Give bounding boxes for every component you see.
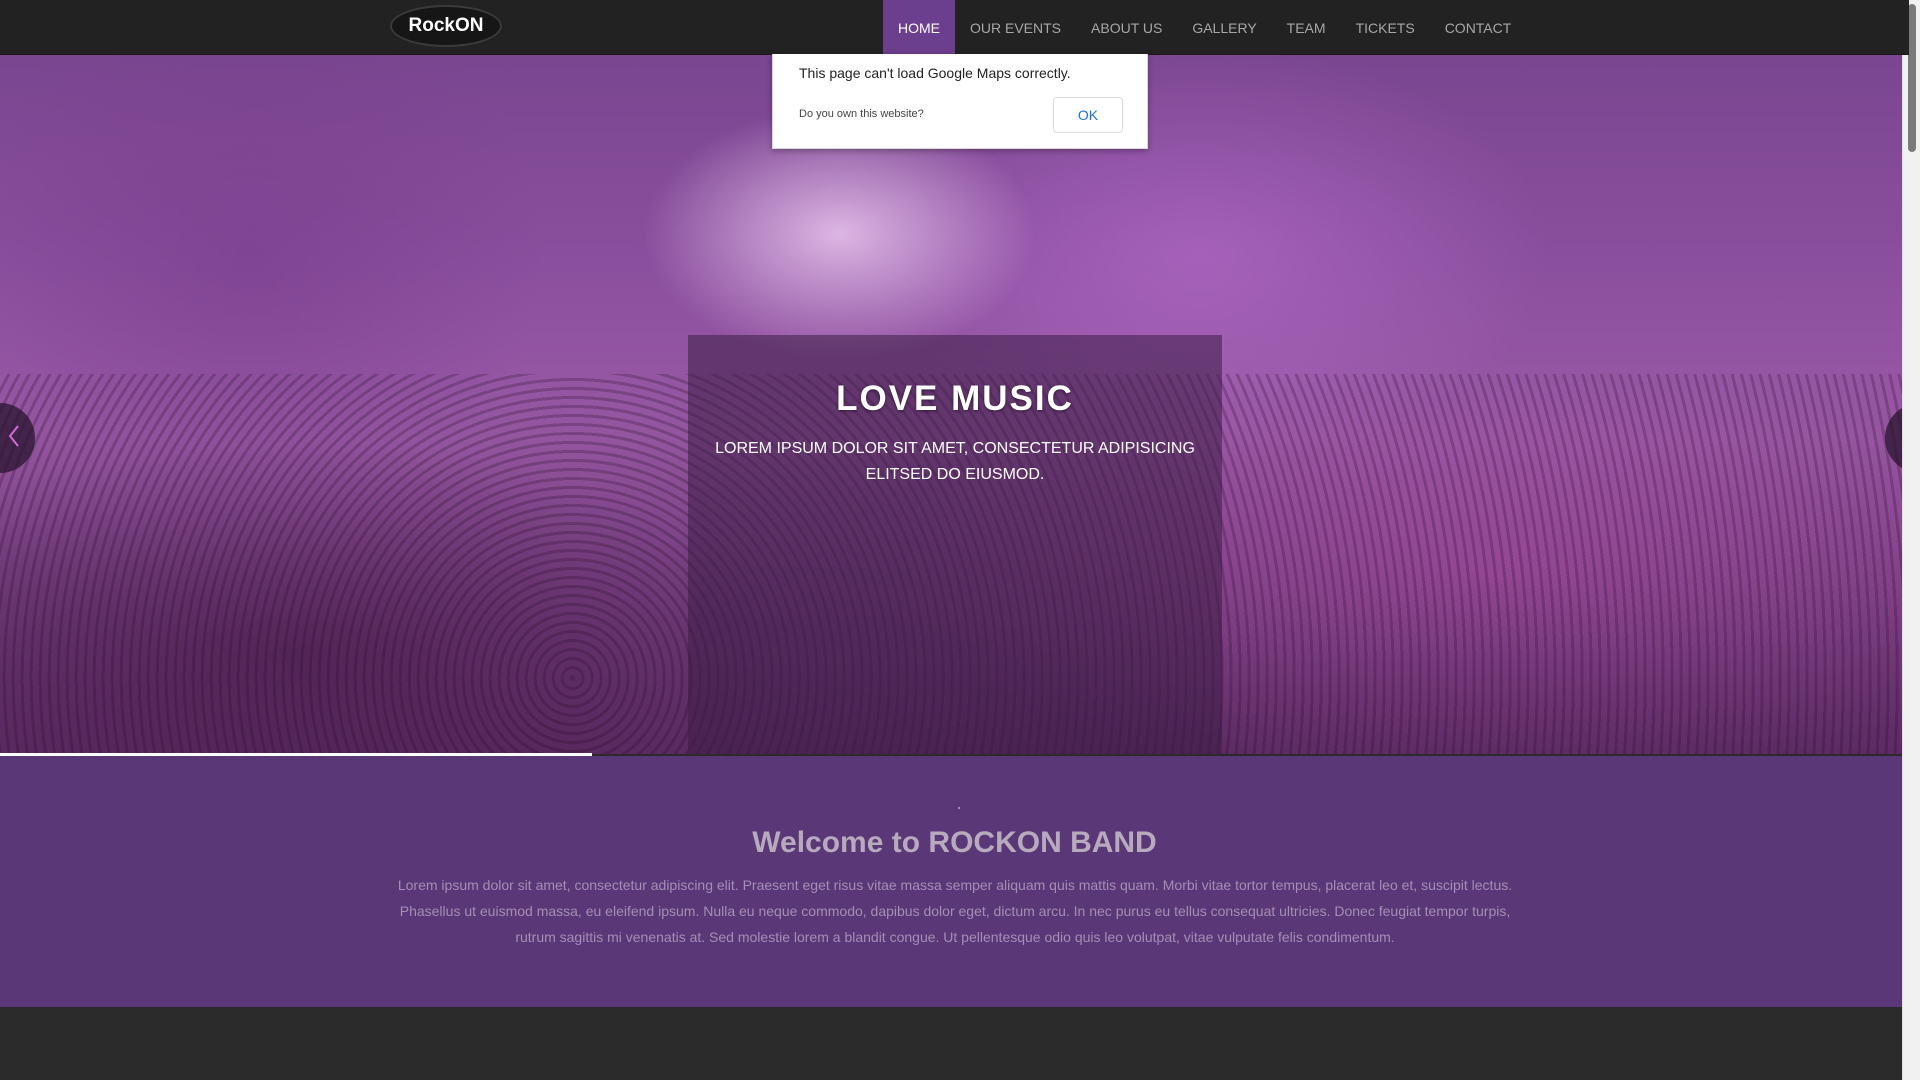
hero-slider: LOVE MUSIC LOREM IPSUM DOLOR SIT AMET, C… [0,54,1909,754]
nav-item-contact[interactable]: CONTACT [1430,0,1527,54]
nav-item-about-us[interactable]: ABOUT US [1076,0,1177,54]
dark-section [0,1007,1909,1080]
chevron-left-icon [7,423,21,455]
maps-own-website-link[interactable]: Do you own this website? [799,108,924,120]
nav-item-our-events[interactable]: OUR EVENTS [955,0,1076,54]
nav-item-gallery[interactable]: GALLERY [1177,0,1271,54]
hero-caption-box: LOVE MUSIC LOREM IPSUM DOLOR SIT AMET, C… [688,335,1222,754]
scrollbar-thumb[interactable] [1908,4,1916,152]
nav-item-team[interactable]: TEAM [1272,0,1341,54]
nav-item-home[interactable]: HOME [883,0,955,54]
hero-title: LOVE MUSIC [836,379,1074,418]
page: RockON HOME OUR EVENTS ABOUT US GALLERY … [0,0,1909,1080]
welcome-text: Lorem ipsum dolor sit amet, consectetur … [397,877,1513,945]
nav-item-tickets[interactable]: TICKETS [1341,0,1430,54]
page-scrollbar[interactable] [1902,0,1920,1080]
hero-text: LOREM IPSUM DOLOR SIT AMET, CONSECTETUR … [715,440,1195,483]
slide-progress-bar [0,753,592,756]
welcome-section: Welcome to ROCKON BAND Lorem ipsum dolor… [0,756,1909,1007]
maps-ok-button[interactable]: OK [1053,97,1123,133]
section-divider-dot [958,807,960,809]
welcome-title: Welcome to ROCKON BAND [752,826,1157,859]
google-maps-error-dialog: This page can't load Google Maps correct… [772,54,1148,149]
brand-logo[interactable]: RockON [392,7,500,45]
maps-error-message: This page can't load Google Maps correct… [799,65,1071,81]
top-navbar: RockON HOME OUR EVENTS ABOUT US GALLERY … [0,0,1909,55]
nav-menu: HOME OUR EVENTS ABOUT US GALLERY TEAM TI… [883,0,1526,54]
